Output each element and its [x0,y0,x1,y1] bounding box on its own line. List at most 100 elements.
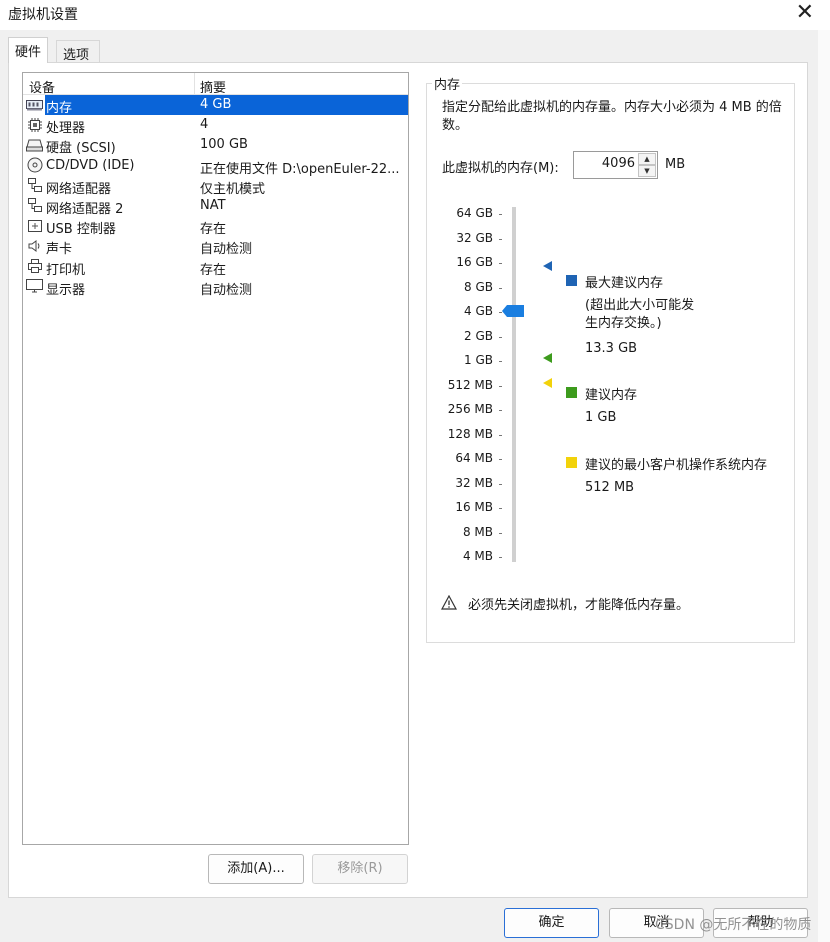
column-separator[interactable] [194,73,195,95]
device-row-display[interactable]: 显示器 自动检测 [23,277,408,298]
min-recommended-swatch [566,457,577,468]
scale-label: 32 MB [455,475,493,490]
scale-tick [499,508,502,509]
device-name: CD/DVD (IDE) [46,157,135,173]
device-name: 网络适配器 [46,181,112,197]
device-row-sound[interactable]: 声卡 自动检测 [23,236,408,258]
device-summary: 4 GB [200,97,232,112]
device-name: 打印机 [46,262,86,278]
max-recommended-value: 13.3 GB [585,341,638,356]
tab-hardware[interactable]: 硬件 [8,37,49,63]
slider-thumb[interactable] [502,305,524,317]
processor-icon [26,117,43,132]
scale-label: 16 GB [456,255,493,269]
device-row-memory[interactable]: 内存 4 GB [23,95,408,116]
scale-label: 4 MB [462,549,493,563]
scale-label: 512 MB [447,377,493,392]
device-summary: 自动检测 [200,242,253,258]
min-recommended-label: 建议的最小客户机操作系统内存 [585,458,768,473]
tab-options-label: 选项 [63,48,90,63]
scale-label: 128 MB [447,426,493,441]
window-title: 虚拟机设置 [8,7,78,23]
device-row-network-2[interactable]: 网络适配器 2 NAT [23,196,408,217]
device-name: 内存 [46,101,73,116]
device-name: 硬盘 (SCSI) [46,141,116,157]
memory-icon [26,97,43,112]
memory-group-label: 内存 [432,74,463,93]
list-header: 设备 摘要 [23,73,408,96]
max-recommended-swatch [566,275,577,286]
device-row-network[interactable]: 网络适配器 仅主机模式 [23,176,408,197]
device-summary: NAT [200,197,226,213]
memory-description: 指定分配给此虚拟机的内存量。内存大小必须为 4 MB 的倍数。 [442,100,782,133]
device-summary: 4 [200,117,209,133]
network-icon [26,178,43,193]
max-recommended-label: 最大建议内存 [585,276,664,291]
scale-tick [499,532,502,534]
scale-tick [499,238,502,240]
title-bar: 虚拟机设置 ✕ [0,0,830,30]
scale-label: 256 MB [447,402,493,416]
recommended-value: 1 GB [585,410,617,425]
warning-text: 必须先关闭虚拟机，才能降低内存量。 [468,598,690,613]
monitor-icon [26,279,43,294]
scale-label: 16 MB [455,500,493,514]
watermark: CSDN @无所不在的物质 [655,917,812,933]
device-summary: 存在 [200,262,227,278]
device-name: USB 控制器 [46,222,116,238]
scale-tick [499,287,502,289]
scale-label: 8 GB [464,279,493,294]
device-summary: 仅主机模式 [200,181,266,197]
device-summary: 100 GB [200,137,248,153]
min-recommended-value: 512 MB [585,480,635,495]
scale-label: 2 GB [464,328,493,343]
device-list[interactable]: 设备 摘要 内存 4 GB 处理器 4 硬盘 (SCSI) 100 GB CD/… [22,72,409,845]
scale-label: 64 GB [456,206,493,220]
recommended-marker-icon [543,353,552,363]
device-name: 声卡 [46,242,73,258]
device-summary: 自动检测 [200,282,253,298]
warning-icon [441,595,457,610]
scale-label: 4 GB [464,304,493,318]
recommended-label: 建议内存 [585,388,638,403]
remove-button[interactable]: 移除(R) [312,854,408,884]
column-summary[interactable]: 摘要 [200,77,226,96]
scale-tick [499,557,502,558]
memory-value[interactable]: 4096 [602,156,635,171]
harddisk-icon [26,137,43,152]
speaker-icon [26,238,43,253]
scale-tick [499,410,502,411]
scale-tick [499,361,502,362]
device-name: 处理器 [46,121,86,137]
device-row-harddisk[interactable]: 硬盘 (SCSI) 100 GB [23,135,408,157]
max-recommended-note: (超出此大小可能发生内存交换。) [585,298,695,331]
scale-tick [499,263,502,264]
printer-icon [26,259,43,274]
ok-button[interactable]: 确定 [504,908,599,938]
stepper-up-icon[interactable]: ▲ [638,153,656,165]
scale-tick [499,336,502,338]
device-summary: 正在使用文件 D:\openEuler-22... [200,161,400,177]
usb-icon [26,218,43,233]
scale-label: 64 MB [455,451,493,465]
column-device[interactable]: 设备 [29,77,55,96]
stepper-down-icon[interactable]: ▼ [638,165,656,177]
close-icon[interactable]: ✕ [796,0,814,25]
device-summary: 存在 [200,222,227,238]
tab-hardware-label: 硬件 [15,45,42,60]
tab-options[interactable]: 选项 [56,40,100,63]
window-edge [818,30,830,942]
max-recommended-marker-icon [543,261,552,271]
device-row-cdrom[interactable]: CD/DVD (IDE) 正在使用文件 D:\openEuler-22... [23,156,408,177]
device-row-printer[interactable]: 打印机 存在 [23,257,408,278]
device-name: 网络适配器 2 [46,201,124,217]
device-row-processor[interactable]: 处理器 4 [23,115,408,137]
scale-tick [499,459,502,460]
memory-stepper[interactable]: 4096 ▲ ▼ [573,151,658,179]
add-button[interactable]: 添加(A)... [208,854,304,884]
device-row-usb[interactable]: USB 控制器 存在 [23,216,408,238]
slider-track[interactable] [512,207,516,562]
scale-tick [499,385,502,387]
recommended-swatch [566,387,577,398]
scale-tick [499,214,502,215]
